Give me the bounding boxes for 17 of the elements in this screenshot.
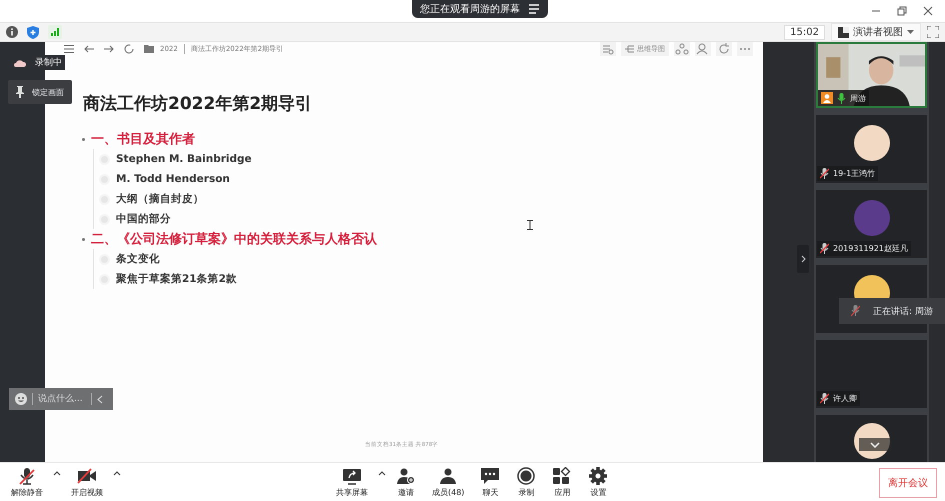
participant-name: 19-1王鸿竹	[833, 168, 876, 179]
participant-name: 2019311921赵廷凡	[833, 243, 908, 254]
participant-name: 周游	[850, 92, 866, 104]
topic-text: 中国的部分	[116, 212, 171, 226]
speaking-text: 正在讲话: 周游	[873, 306, 933, 318]
section-heading: 一、书目及其作者	[91, 131, 195, 148]
document-title: 商法工作坊2022年第2期导引	[83, 93, 314, 115]
topic-text: 聚焦于草案第21条第2款	[116, 272, 237, 286]
banner-text: 您正在观看周游的屏幕	[420, 2, 520, 16]
topic-text: Stephen M. Bainbridge	[116, 153, 252, 165]
recording-label: 录制中	[32, 55, 65, 70]
topic-text: M. Todd Henderson	[116, 173, 230, 185]
topic-text: 大纲（摘自封皮）	[116, 192, 204, 206]
participant-name: 许人卿	[833, 393, 857, 404]
meeting-time: 15:02	[784, 24, 825, 40]
topic-text: 条文变化	[116, 252, 160, 266]
section-heading: 二、《公司法修订草案》中的关联关系与人格否认	[91, 230, 377, 248]
